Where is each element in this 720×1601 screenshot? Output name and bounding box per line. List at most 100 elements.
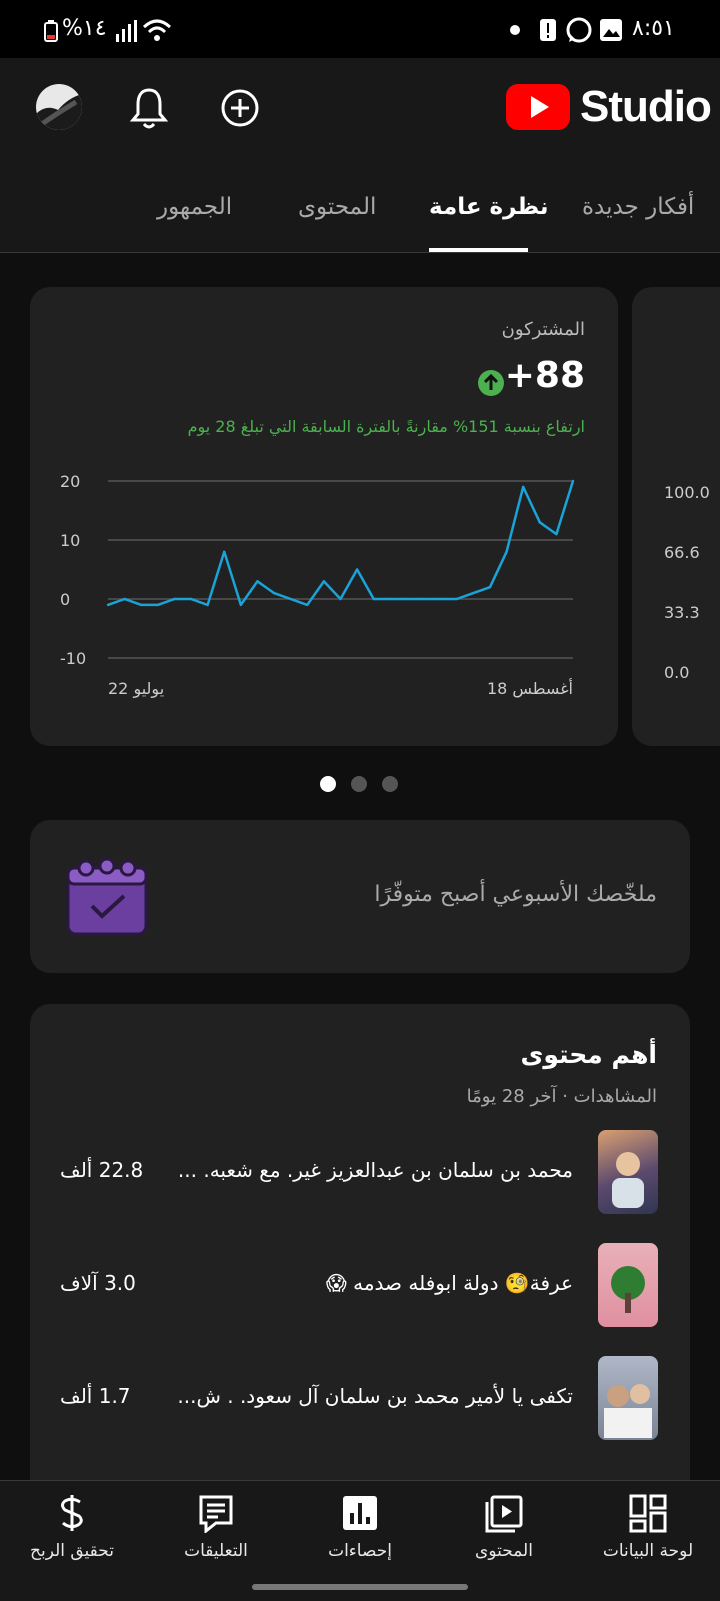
- nav-content[interactable]: المحتوى: [432, 1481, 576, 1577]
- data-point: [156, 603, 160, 607]
- data-point: [106, 603, 110, 607]
- nav-label: التعليقات: [184, 1541, 248, 1561]
- data-point: [438, 597, 442, 601]
- video-thumbnail: [598, 1130, 658, 1214]
- peek-y-tick: 66.6: [664, 543, 700, 562]
- whatsapp-icon: [566, 17, 592, 43]
- wifi-icon: [142, 19, 172, 41]
- data-point: [173, 597, 176, 601]
- change-text: ارتفاع بنسبة 151% مقارنةً بالفترة السابق…: [187, 417, 585, 436]
- tab-new-ideas[interactable]: أفكار جديدة: [582, 194, 694, 220]
- video-title: عرفة🧐 دولة ابوفله صدمه 😱: [325, 1271, 573, 1295]
- comments-icon: [199, 1495, 233, 1533]
- nav-monetization[interactable]: تحقيق الربح: [0, 1481, 144, 1577]
- weekly-summary-card[interactable]: ملخّصك الأسبوعي أصبح متوفّرًا: [30, 820, 690, 973]
- data-point: [289, 597, 292, 601]
- nav-analytics[interactable]: إحصاءات: [288, 1481, 432, 1577]
- analytics-icon: [343, 1496, 377, 1530]
- alert-icon: [540, 19, 556, 41]
- y-tick-label: 10: [60, 531, 80, 550]
- weekly-summary-text: ملخّصك الأسبوعي أصبح متوفّرًا: [374, 882, 657, 907]
- data-point: [239, 603, 243, 607]
- section-title: أهم محتوى: [520, 1040, 658, 1069]
- video-title: تكفى يا لأمير محمد بن سلمان آل سعود. . ش…: [177, 1384, 573, 1408]
- list-item[interactable]: تكفى يا لأمير محمد بن سلمان آل سعود. . ش…: [30, 1350, 690, 1446]
- clock: ٨:٥١: [632, 16, 675, 41]
- battery-level: %١٤: [62, 16, 107, 41]
- peek-y-tick: 0.0: [664, 663, 690, 682]
- data-point: [571, 479, 575, 483]
- data-point: [206, 603, 209, 607]
- data-point: [422, 597, 425, 601]
- subscriber-count: +88: [504, 355, 585, 396]
- signal-icon: [116, 20, 137, 42]
- list-item[interactable]: محمد بن سلمان بن عبدالعزيز غير. مع شعبه.…: [30, 1124, 690, 1220]
- video-thumbnail: [598, 1356, 658, 1440]
- series-line: [107, 480, 575, 607]
- data-point: [521, 485, 525, 489]
- data-point: [455, 597, 458, 601]
- notification-dot-icon: [510, 25, 520, 35]
- youtube-logo-icon: [506, 84, 570, 130]
- card-title: المشتركون: [501, 319, 585, 340]
- video-views: 22.8 ألف: [60, 1158, 144, 1182]
- peek-y-tick: 33.3: [664, 603, 700, 622]
- nav-label: المحتوى: [475, 1541, 533, 1561]
- pager-dot[interactable]: [351, 776, 367, 792]
- dashboard-icon: [629, 1494, 667, 1533]
- nav-dashboard[interactable]: لوحة البيانات: [576, 1481, 720, 1577]
- home-indicator[interactable]: [252, 1584, 468, 1590]
- section-subtitle: المشاهدات · آخر 28 يومًا: [466, 1086, 657, 1107]
- list-item[interactable]: عرفة🧐 دولة ابوفله صدمه 😱 3.0 آلاف: [30, 1237, 690, 1333]
- data-point: [372, 597, 375, 601]
- calendar-icon: [66, 857, 148, 936]
- app-header: Studio: [0, 58, 720, 165]
- data-point: [555, 532, 558, 536]
- data-point: [355, 568, 359, 571]
- tab-audience[interactable]: الجمهور: [157, 194, 232, 220]
- battery-icon: [44, 20, 58, 42]
- peek-y-tick: 100.0: [664, 483, 710, 502]
- studio-logo: [506, 84, 570, 134]
- nav-comments[interactable]: التعليقات: [144, 1481, 288, 1577]
- data-point: [339, 597, 342, 601]
- y-tick-label: 0: [60, 590, 70, 609]
- create-icon[interactable]: [220, 88, 260, 128]
- nav-label: لوحة البيانات: [602, 1541, 694, 1561]
- avatar-image: [36, 94, 82, 130]
- data-point: [472, 591, 475, 595]
- data-point: [389, 597, 392, 601]
- data-point: [123, 597, 126, 601]
- tab-bar: أفكار جديدة نظرة عامة المحتوى الجمهور: [0, 164, 720, 253]
- bottom-navigation: تحقيق الربح التعليقات إحصاءات المحتوى لو…: [0, 1480, 720, 1601]
- x-tick-label: 18 أغسطس: [487, 678, 573, 699]
- active-tab-indicator: [429, 248, 528, 252]
- data-point: [140, 603, 143, 607]
- data-point: [306, 603, 309, 607]
- pager-dot[interactable]: [382, 776, 398, 792]
- brand-title: Studio: [580, 82, 712, 131]
- y-tick-label: -10: [60, 649, 86, 668]
- tab-content[interactable]: المحتوى: [298, 194, 376, 220]
- top-content-card: أهم محتوى المشاهدات · آخر 28 يومًا محمد …: [30, 1004, 690, 1524]
- tab-overview[interactable]: نظرة عامة: [429, 194, 548, 220]
- avatar[interactable]: [36, 84, 82, 130]
- gallery-icon: [600, 19, 622, 41]
- data-point: [488, 586, 492, 589]
- status-bar: %١٤ ٨:٥١: [0, 0, 720, 58]
- video-views: 3.0 آلاف: [60, 1271, 136, 1295]
- data-point: [538, 521, 541, 524]
- pager-dot-active[interactable]: [320, 776, 336, 792]
- data-point: [189, 597, 193, 601]
- content-icon: [485, 1495, 523, 1533]
- nav-label: إحصاءات: [328, 1541, 392, 1561]
- nav-label: تحقيق الربح: [29, 1541, 114, 1561]
- subscribers-card[interactable]: المشتركون +88 ارتفاع بنسبة 151% مقارنةً …: [30, 287, 618, 746]
- up-arrow-icon: [478, 370, 504, 396]
- subscribers-chart[interactable]: 20 10 0 -10 22 يوليو 18 أغسطس: [30, 457, 618, 717]
- bell-icon[interactable]: [130, 86, 168, 130]
- dollar-icon: [61, 1495, 83, 1531]
- video-views: 1.7 ألف: [60, 1384, 131, 1408]
- y-tick-label: 20: [60, 472, 80, 491]
- next-card-peek[interactable]: 100.0 66.6 33.3 0.0: [632, 287, 720, 746]
